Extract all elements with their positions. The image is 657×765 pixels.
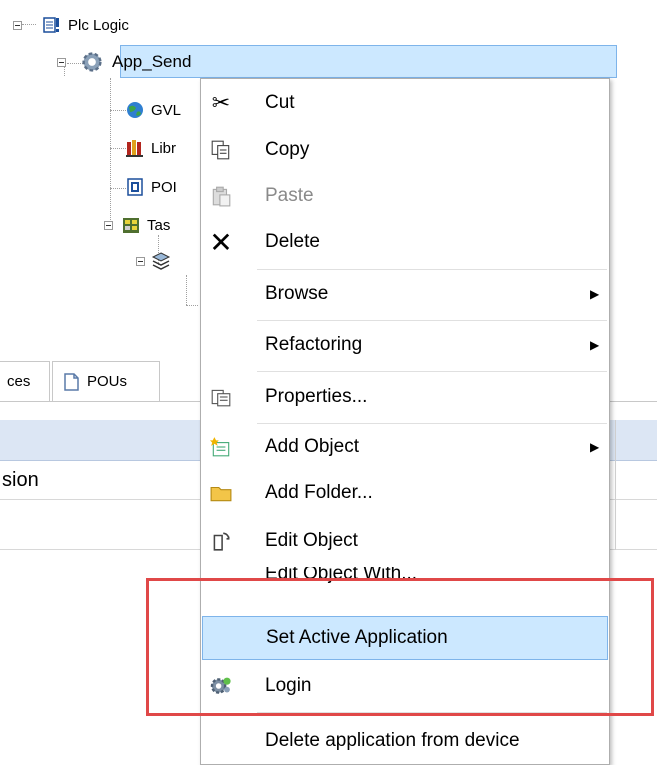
menu-item-set-active-application[interactable]: Set Active Application	[202, 616, 608, 660]
menu-item-cut[interactable]: ✂ Cut	[202, 81, 608, 125]
menu-item-delete-application-from-device[interactable]: Delete application from device	[202, 719, 608, 763]
pou-document-icon	[127, 178, 143, 196]
menu-separator	[257, 423, 607, 424]
tree-item-label: Libr	[151, 139, 177, 157]
tree-item-app-send[interactable]: App_Send	[57, 47, 191, 77]
tree-connector	[110, 110, 126, 111]
menu-item-login[interactable]: Login	[202, 664, 608, 708]
plc-logic-icon	[43, 17, 59, 33]
menu-item-add-object[interactable]: Add Object ▶	[202, 425, 608, 469]
delete-x-icon: ✕	[209, 226, 233, 258]
menu-item-refactoring[interactable]: Refactoring ▶	[202, 323, 608, 367]
tree-connector	[110, 78, 111, 226]
tab-label: ces	[7, 373, 31, 390]
tree-item-label: Tas	[147, 216, 171, 234]
edit-object-icon	[208, 528, 234, 554]
menu-item-copy[interactable]: Copy	[202, 128, 608, 172]
tree-item-plc-logic[interactable]: Plc Logic	[13, 10, 129, 40]
pous-document-icon	[64, 372, 79, 391]
add-object-icon	[208, 434, 234, 460]
menu-separator	[257, 320, 607, 321]
submenu-arrow-icon: ▶	[590, 440, 600, 454]
scissors-icon: ✂	[211, 90, 231, 115]
tab-label: POUs	[87, 373, 128, 390]
tree-item-label: POI	[151, 178, 177, 196]
globe-icon	[127, 102, 143, 118]
tree-connector	[110, 148, 126, 149]
login-gear-icon	[208, 673, 234, 699]
tree-item-library[interactable]: Libr	[125, 133, 176, 163]
tree-connector	[186, 305, 198, 306]
menu-item-edit-object-with[interactable]: Edit Object With...	[202, 567, 608, 601]
task-stack-icon	[151, 252, 171, 270]
menu-separator	[257, 371, 607, 372]
task-configuration-icon	[123, 218, 139, 233]
tree-connector	[186, 275, 187, 305]
folder-icon	[208, 480, 234, 506]
menu-item-browse[interactable]: Browse ▶	[202, 272, 608, 316]
submenu-arrow-icon: ▶	[590, 287, 600, 301]
context-menu: ✂ Cut Copy Paste ✕ Delete Browse ▶ Refac…	[200, 78, 610, 765]
collapse-toggle-icon[interactable]	[57, 57, 66, 67]
menu-item-delete[interactable]: ✕ Delete	[202, 220, 608, 264]
tree-item-label: GVL	[151, 101, 182, 119]
tree-item-gvl[interactable]: GVL	[125, 95, 181, 125]
collapse-toggle-icon[interactable]	[13, 20, 22, 30]
collapse-toggle-icon[interactable]	[136, 256, 145, 266]
menu-item-edit-object[interactable]: Edit Object	[202, 519, 608, 563]
menu-item-add-folder[interactable]: Add Folder...	[202, 471, 608, 515]
library-books-icon	[126, 140, 143, 157]
paste-icon	[208, 183, 234, 209]
column-header-label: sion	[2, 468, 39, 491]
selected-tree-item-highlight	[120, 45, 617, 78]
tab-pous[interactable]: POUs	[52, 361, 160, 401]
submenu-arrow-icon: ▶	[590, 338, 600, 352]
copy-icon	[208, 137, 234, 163]
menu-separator	[257, 712, 607, 713]
menu-item-paste[interactable]: Paste	[202, 174, 608, 218]
collapse-toggle-icon[interactable]	[104, 220, 113, 230]
menu-separator	[257, 269, 607, 270]
grid-column-divider	[615, 420, 616, 550]
tree-item-label: App_Send	[112, 52, 192, 71]
tree-item-label: Plc Logic	[68, 16, 129, 34]
tree-item-task-config[interactable]: Tas	[104, 210, 170, 240]
tree-connector	[110, 188, 126, 189]
tree-item-pou[interactable]: POI	[125, 172, 177, 202]
application-gear-icon	[82, 52, 102, 72]
menu-item-properties[interactable]: Properties...	[202, 375, 608, 419]
tree-item-task[interactable]	[136, 246, 171, 276]
properties-icon	[208, 384, 234, 410]
tab-devices[interactable]: ces	[0, 361, 50, 401]
